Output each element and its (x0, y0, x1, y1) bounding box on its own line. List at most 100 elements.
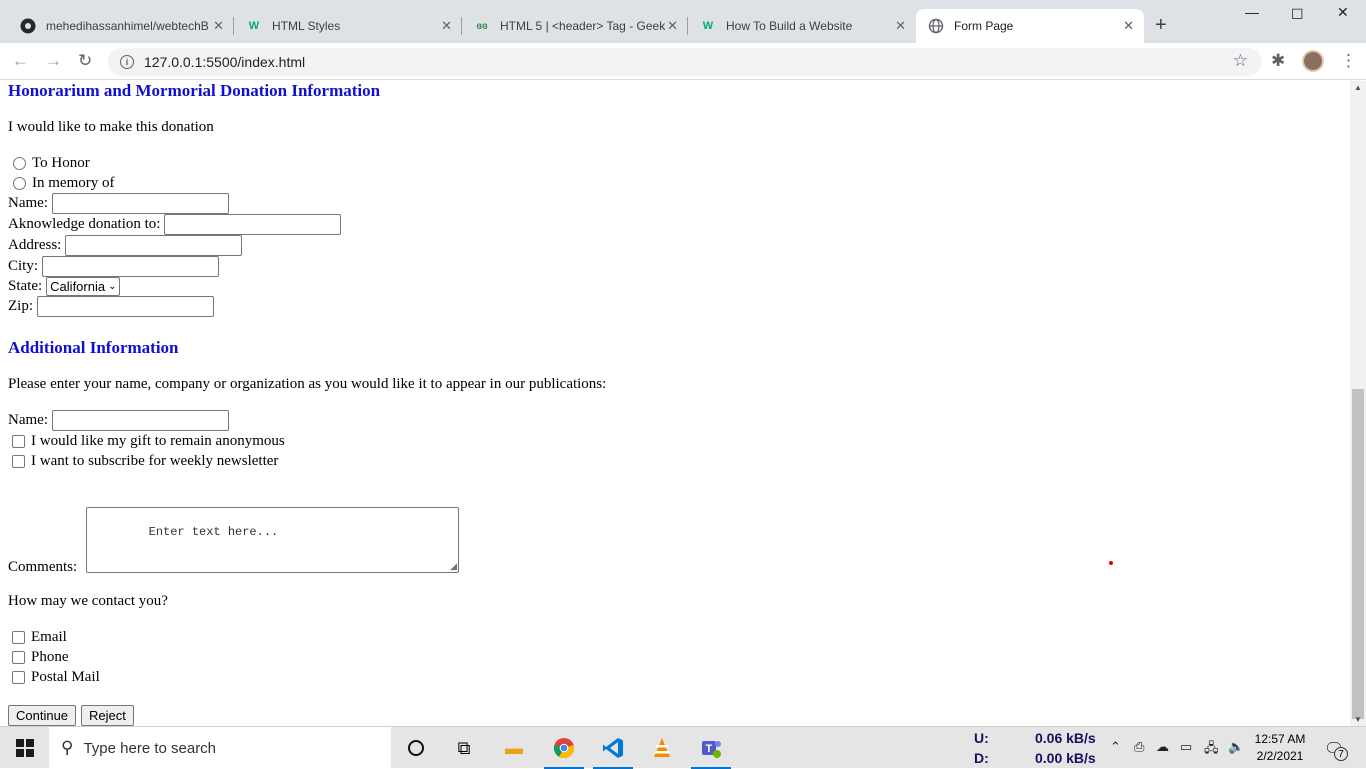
github-icon (20, 18, 36, 34)
acknowledge-input[interactable] (164, 214, 342, 235)
newsletter-label: I want to subscribe for weekly newslette… (31, 453, 279, 469)
minimize-icon[interactable]: — (1245, 4, 1259, 20)
new-tab-button[interactable]: + (1155, 14, 1167, 37)
close-icon[interactable]: ✕ (1123, 18, 1134, 34)
comments-textarea[interactable]: Enter text here... ◢ (86, 507, 459, 573)
tab-title: HTML 5 | <header> Tag - Geek (500, 19, 665, 33)
email-checkbox[interactable] (12, 631, 25, 644)
address-label: Address: (8, 237, 62, 253)
chrome-icon[interactable] (540, 727, 588, 769)
honorarium-heading: Honorarium and Mormorial Donation Inform… (8, 81, 381, 100)
in-memory-option[interactable]: In memory of (8, 175, 114, 192)
task-view-icon[interactable]: ⧉ (440, 727, 488, 769)
tab-title: HTML Styles (272, 19, 341, 33)
onedrive-icon[interactable]: ☁ (1156, 739, 1169, 755)
notification-count: 7 (1334, 747, 1348, 761)
vscode-icon[interactable] (589, 727, 637, 769)
windows-start-icon[interactable] (16, 739, 34, 757)
email-option[interactable]: Email (7, 629, 67, 646)
chevron-up-icon[interactable]: ⌃ (1110, 739, 1121, 755)
postal-mail-checkbox[interactable] (12, 671, 25, 684)
file-explorer-icon[interactable]: ▬ (490, 727, 538, 769)
back-icon[interactable]: ← (12, 51, 29, 71)
comments-label: Comments: (8, 559, 78, 575)
meet-now-icon[interactable]: ⎙ (1134, 739, 1144, 755)
red-dot (1109, 561, 1113, 565)
postal-mail-option[interactable]: Postal Mail (7, 669, 100, 686)
download-label: D: (974, 750, 989, 766)
page-scrollbar[interactable]: ▲ ▼ (1350, 81, 1366, 726)
close-icon[interactable]: ✕ (895, 18, 906, 34)
close-icon[interactable]: ✕ (213, 18, 224, 34)
address-row: Address: (8, 235, 243, 256)
state-row: State: California ⌄ (8, 277, 121, 296)
window-close-icon[interactable]: ✕ (1337, 4, 1349, 21)
taskbar-search-box[interactable]: ⚲ Type here to search (49, 727, 391, 769)
battery-icon[interactable]: ▭ (1180, 739, 1192, 755)
tab-build-website[interactable]: W How To Build a Website ✕ (688, 9, 916, 43)
tab-html-styles[interactable]: W HTML Styles ✕ (234, 9, 462, 43)
resize-grip-icon[interactable]: ◢ (450, 562, 457, 572)
globe-icon (928, 18, 944, 34)
system-clock[interactable]: 12:57 AM 2/2/2021 (1252, 731, 1308, 765)
tab-github[interactable]: mehedihassanhimel/webtechB ✕ (8, 9, 234, 43)
postal-mail-label: Postal Mail (31, 669, 100, 685)
reload-icon[interactable]: ↻ (78, 51, 92, 71)
zip-row: Zip: (8, 296, 214, 317)
scrollbar-thumb[interactable] (1352, 389, 1364, 719)
address-bar[interactable]: i 127.0.0.1:5500/index.html ☆ (108, 48, 1262, 76)
tab-form-page[interactable]: Form Page ✕ (916, 9, 1144, 43)
w3schools-icon: W (702, 20, 714, 32)
name-label: Name: (8, 412, 48, 428)
to-honor-option[interactable]: To Honor (8, 155, 90, 172)
anonymous-checkbox[interactable] (12, 435, 25, 448)
to-honor-label: To Honor (32, 155, 90, 171)
bookmark-star-icon[interactable]: ☆ (1233, 51, 1248, 71)
taskbar-search-placeholder: Type here to search (83, 739, 217, 757)
state-select-value: California (50, 279, 106, 294)
in-memory-radio[interactable] (13, 177, 26, 190)
close-icon[interactable]: ✕ (441, 18, 452, 34)
zip-input[interactable] (37, 296, 214, 317)
newsletter-option[interactable]: I want to subscribe for weekly newslette… (7, 453, 278, 470)
clock-time: 12:57 AM (1254, 732, 1306, 746)
anonymous-option[interactable]: I would like my gift to remain anonymous (7, 433, 285, 450)
tab-title: Form Page (954, 19, 1014, 33)
honor-name-input[interactable] (51, 193, 229, 214)
state-label: State: (8, 278, 43, 294)
name-label: Name: (8, 195, 48, 211)
address-input[interactable] (65, 235, 243, 256)
newsletter-checkbox[interactable] (12, 455, 25, 468)
scroll-up-icon[interactable]: ▲ (1354, 83, 1362, 92)
extensions-icon[interactable]: ✱ (1271, 51, 1285, 71)
close-icon[interactable]: ✕ (667, 18, 678, 34)
chevron-down-icon: ⌄ (108, 281, 117, 292)
city-input[interactable] (42, 256, 220, 277)
network-icon[interactable]: 🖧 (1204, 739, 1219, 761)
state-select[interactable]: California ⌄ (46, 277, 121, 296)
forward-icon[interactable]: → (45, 51, 62, 71)
scroll-down-icon[interactable]: ▼ (1354, 715, 1362, 724)
avatar[interactable] (1302, 50, 1324, 72)
in-memory-label: In memory of (32, 175, 115, 191)
tab-geeksforgeeks[interactable]: ɞɞ HTML 5 | <header> Tag - Geek ✕ (462, 9, 688, 43)
comments-placeholder: Enter text here... (119, 525, 279, 539)
cortana-icon[interactable] (392, 727, 440, 769)
phone-option[interactable]: Phone (7, 649, 69, 666)
vlc-icon[interactable] (638, 727, 686, 769)
teams-icon[interactable]: T (687, 727, 735, 769)
honor-name-row: Name: (8, 193, 229, 214)
maximize-icon[interactable]: ☐ (1291, 6, 1304, 23)
volume-icon[interactable]: 🔈 (1228, 739, 1244, 755)
publication-name-input[interactable] (51, 410, 229, 431)
geeksforgeeks-icon: ɞɞ (476, 20, 488, 32)
page-viewport: Honorarium and Mormorial Donation Inform… (0, 81, 1350, 726)
info-icon[interactable]: i (120, 55, 134, 69)
zip-label: Zip: (8, 298, 33, 314)
to-honor-radio[interactable] (13, 157, 26, 170)
continue-button[interactable]: Continue (8, 705, 77, 726)
reject-button[interactable]: Reject (81, 705, 134, 726)
phone-checkbox[interactable] (12, 651, 25, 664)
browser-toolbar: ← → ↻ i 127.0.0.1:5500/index.html ☆ ✱ ⋮ (0, 43, 1366, 80)
menu-icon[interactable]: ⋮ (1340, 51, 1357, 71)
